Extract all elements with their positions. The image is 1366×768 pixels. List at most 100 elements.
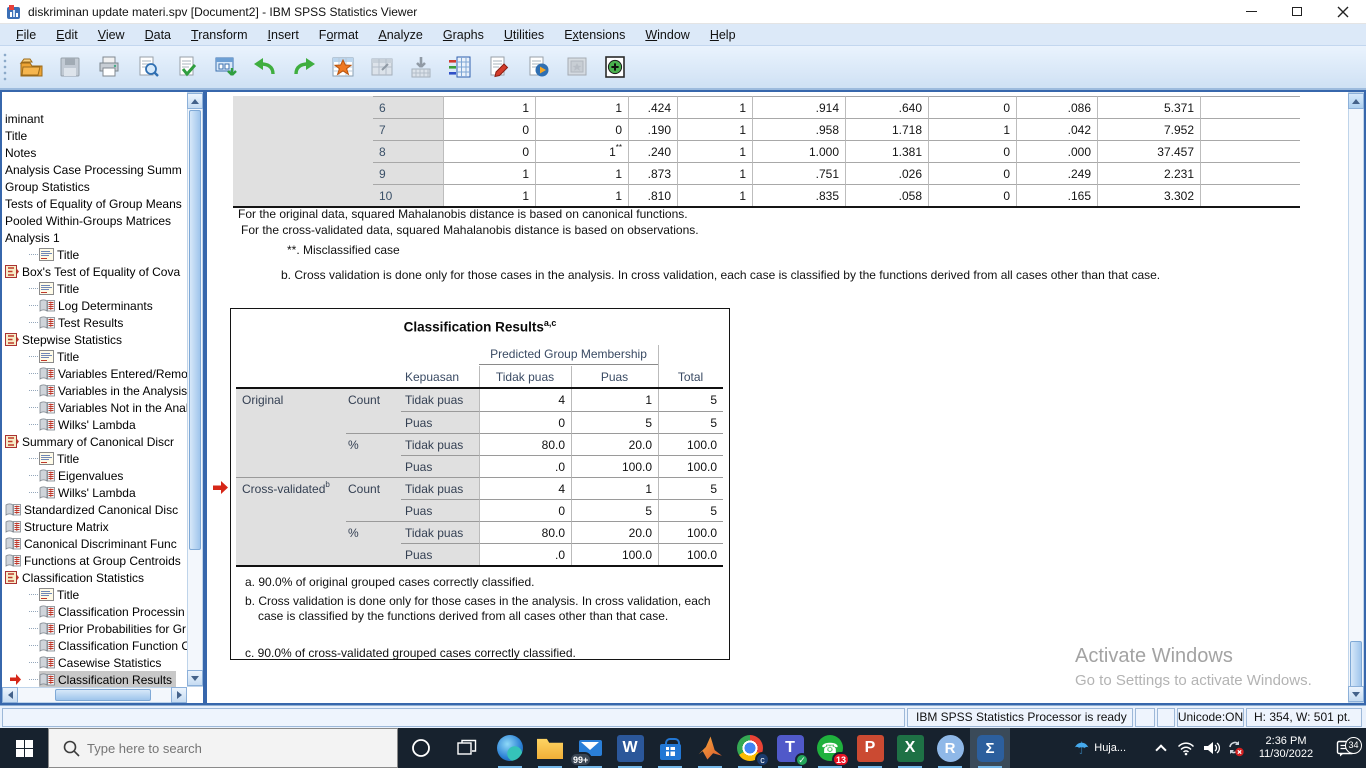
menu-edit[interactable]: Edit (46, 26, 88, 44)
menu-transform[interactable]: Transform (181, 26, 258, 44)
taskbar-app-icon[interactable]: ☎ T ✓ (770, 728, 810, 768)
outline-item[interactable]: Classification Results (2, 671, 187, 687)
menu-help[interactable]: Help (700, 26, 746, 44)
outline-item[interactable]: Classification Processin (2, 603, 187, 620)
export-icon[interactable] (167, 48, 206, 86)
taskbar-app-icon[interactable]: ☎ c ✓ (730, 728, 770, 768)
clock[interactable]: 2:36 PM 11/30/2022 (1248, 735, 1324, 761)
maximize-button[interactable] (1274, 0, 1320, 23)
variables-icon[interactable] (440, 48, 479, 86)
outline-item[interactable]: Pooled Within-Groups Matrices (2, 212, 187, 229)
menu-utilities[interactable]: Utilities (494, 26, 554, 44)
scrollbar-thumb[interactable] (189, 110, 201, 550)
outline-item[interactable]: Title (2, 246, 187, 263)
taskbar-app-icon[interactable]: ☎ X ✓ (890, 728, 930, 768)
sync-error-icon[interactable] (1223, 739, 1248, 757)
outline-item[interactable]: Variables in the Analysis (2, 382, 187, 399)
outline-item[interactable]: Group Statistics (2, 178, 187, 195)
taskbar-app-icon[interactable]: ☎ ✓ (650, 728, 690, 768)
notification-center-icon[interactable]: 34 (1324, 740, 1366, 757)
close-button[interactable] (1320, 0, 1366, 23)
taskbar-app-icon[interactable]: ☎ ✓ (690, 728, 730, 768)
designate-window-icon[interactable] (557, 48, 596, 86)
goto-variable-icon[interactable] (362, 48, 401, 86)
scroll-down-button[interactable] (1348, 686, 1364, 702)
undo-icon[interactable] (245, 48, 284, 86)
outline-item[interactable]: Eigenvalues (2, 467, 187, 484)
taskbar-app-icon[interactable]: ☎ R ✓ (930, 728, 970, 768)
outline-item[interactable]: Title (2, 450, 187, 467)
outline-item[interactable]: Title (2, 348, 187, 365)
wifi-icon[interactable] (1173, 741, 1198, 756)
outline-item[interactable]: Tests of Equality of Group Means (2, 195, 187, 212)
insert-variable-icon[interactable] (401, 48, 440, 86)
weather-widget[interactable]: ☂ Huja... (1074, 740, 1148, 757)
outline-item[interactable]: Wilks' Lambda (2, 484, 187, 501)
outline-item[interactable]: Box's Test of Equality of Cova (2, 263, 187, 280)
cortana-button[interactable] (398, 728, 444, 768)
menu-format[interactable]: Format (309, 26, 369, 44)
save-icon[interactable] (50, 48, 89, 86)
taskbar-app-icon[interactable]: ☎ ✓ (530, 728, 570, 768)
outline-item[interactable]: Standardized Canonical Disc (2, 501, 187, 518)
outline-item[interactable]: Variables Entered/Remo (2, 365, 187, 382)
minimize-button[interactable] (1228, 0, 1274, 23)
outline-item[interactable]: iminant (2, 110, 187, 127)
tray-chevron-icon[interactable] (1148, 743, 1173, 754)
outline-item[interactable]: Variables Not in the Anal (2, 399, 187, 416)
casewise-statistics-table[interactable]: 6 1 1 .424 1 .914 .640 0 .086 5.371 7 0 … (233, 96, 1300, 208)
scroll-up-button[interactable] (1348, 93, 1364, 109)
taskbar-search[interactable] (48, 728, 398, 768)
outline-item[interactable]: Analysis 1 (2, 229, 187, 246)
taskbar-app-icon[interactable]: ☎ 99+ ✓ (570, 728, 610, 768)
content-vscrollbar[interactable] (1348, 92, 1364, 703)
volume-icon[interactable] (1198, 740, 1223, 756)
outline-item[interactable]: Casewise Statistics (2, 654, 187, 671)
activate-selection-icon[interactable] (596, 48, 635, 86)
start-button[interactable] (0, 728, 48, 768)
scroll-down-button[interactable] (187, 670, 203, 686)
menu-file[interactable]: File (6, 26, 46, 44)
menu-extensions[interactable]: Extensions (554, 26, 635, 44)
taskbar-app-icon[interactable]: ☎ P ✓ (850, 728, 890, 768)
outline-item[interactable]: Analysis Case Processing Summ (2, 161, 187, 178)
menu-insert[interactable]: Insert (258, 26, 309, 44)
outline-item[interactable]: Title (2, 586, 187, 603)
print-preview-icon[interactable] (128, 48, 167, 86)
select-last-output-icon[interactable] (479, 48, 518, 86)
outline-item[interactable]: Prior Probabilities for Gr (2, 620, 187, 637)
menu-data[interactable]: Data (135, 26, 181, 44)
goto-case-icon[interactable] (323, 48, 362, 86)
menu-graphs[interactable]: Graphs (433, 26, 494, 44)
taskbar-app-icon[interactable]: ☎ ✓ (490, 728, 530, 768)
open-icon[interactable] (11, 48, 50, 86)
scroll-up-button[interactable] (187, 93, 203, 109)
menu-view[interactable]: View (88, 26, 135, 44)
scroll-left-button[interactable] (2, 687, 18, 703)
outline-item[interactable]: Summary of Canonical Discr (2, 433, 187, 450)
outline-item[interactable]: Structure Matrix (2, 518, 187, 535)
outline-item[interactable]: Classification Function C (2, 637, 187, 654)
recall-dialogs-icon[interactable] (206, 48, 245, 86)
outline-item[interactable]: Stepwise Statistics (2, 331, 187, 348)
print-icon[interactable] (89, 48, 128, 86)
scrollbar-thumb[interactable] (1350, 641, 1362, 688)
outline-item[interactable]: Wilks' Lambda (2, 416, 187, 433)
taskbar-app-icon[interactable]: ☎ 13 ✓ (810, 728, 850, 768)
scroll-right-button[interactable] (171, 687, 187, 703)
redo-icon[interactable] (284, 48, 323, 86)
outline-vscrollbar[interactable] (187, 92, 203, 687)
task-view-button[interactable] (444, 728, 490, 768)
outline-item[interactable]: Title (2, 127, 187, 144)
outline-item[interactable]: Test Results (2, 314, 187, 331)
run-script-icon[interactable] (518, 48, 557, 86)
menu-analyze[interactable]: Analyze (368, 26, 432, 44)
outline-hscrollbar[interactable] (2, 687, 187, 703)
outline-item[interactable]: Classification Statistics (2, 569, 187, 586)
outline-item[interactable]: Canonical Discriminant Func (2, 535, 187, 552)
outline-item[interactable]: Log Determinants (2, 297, 187, 314)
taskbar-app-icon[interactable]: ☎ Σ ✓ (970, 728, 1010, 768)
outline-item[interactable]: Notes (2, 144, 187, 161)
classification-results-table[interactable]: Classification Resultsa,c Predicted Grou… (230, 308, 730, 660)
outline-item[interactable]: Title (2, 280, 187, 297)
